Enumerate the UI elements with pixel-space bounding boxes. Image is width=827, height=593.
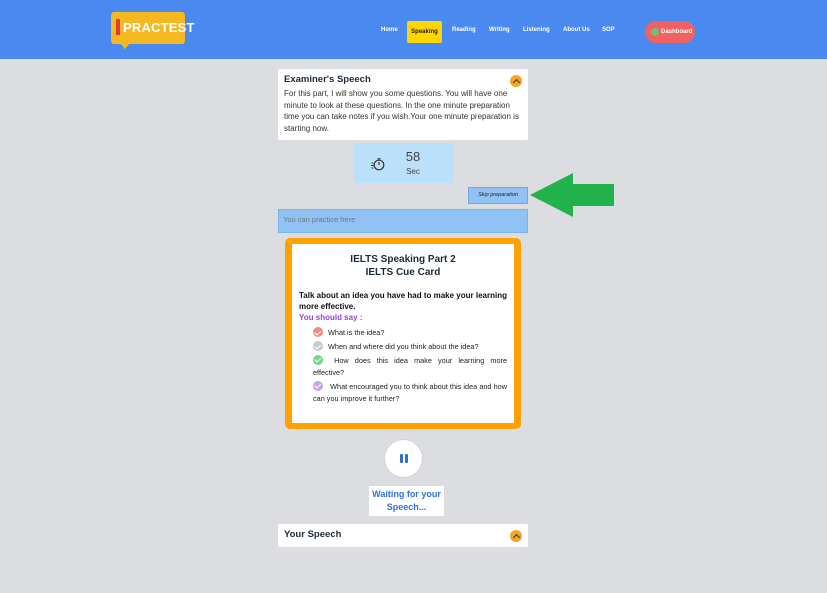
nav-about-us[interactable]: About Us: [563, 27, 590, 33]
cue-card: IELTS Speaking Part 2 IELTS Cue Card Tal…: [285, 238, 521, 429]
examiner-speech-card: Examiner's Speech For this part, I will …: [278, 69, 528, 140]
practice-notes-input[interactable]: [278, 209, 528, 233]
list-item: When and where did you think about the i…: [313, 340, 507, 353]
timer-unit: Sec: [406, 167, 420, 176]
your-speech-card: Your Speech: [278, 524, 528, 547]
point-text: What is the idea?: [328, 328, 385, 337]
logo-text: PRACTEST: [123, 20, 195, 35]
pause-icon-bar: [405, 454, 408, 463]
nav-reading[interactable]: Reading: [452, 27, 476, 33]
check-circle-icon: [313, 340, 323, 351]
examiner-speech-text: For this part, I will show you some ques…: [284, 89, 519, 133]
list-item: What is the idea?: [313, 327, 507, 339]
navbar: PRACTEST Home Speaking Reading Writing L…: [0, 0, 827, 59]
nav-listening[interactable]: Listening: [523, 27, 550, 33]
list-item: What encouraged you to think about this …: [313, 380, 507, 406]
recording-status: Waiting for your Speech...: [369, 486, 444, 516]
logo-mark: [116, 19, 120, 35]
point-text: How does this idea make your learning mo…: [313, 355, 508, 377]
list-item: How does this idea make your learning mo…: [313, 354, 508, 380]
pause-icon: [400, 454, 403, 463]
nav-sop[interactable]: SOP: [602, 27, 615, 33]
skip-preparation-button[interactable]: Skip preparation: [468, 187, 528, 204]
check-circle-icon: [313, 354, 323, 365]
cue-card-subtitle: IELTS Cue Card: [365, 266, 441, 278]
cue-card-task: Talk about an idea you have had to make …: [299, 291, 507, 311]
cue-card-content: IELTS Speaking Part 2 IELTS Cue Card Tal…: [292, 244, 514, 423]
record-pause-button[interactable]: [384, 439, 423, 478]
practest-logo[interactable]: PRACTEST: [111, 12, 194, 49]
pointer-arrow-icon: [530, 173, 614, 217]
examiner-speech-title: Examiner's Speech: [284, 74, 371, 85]
dashboard-button[interactable]: Dashboard: [645, 21, 695, 43]
logo-speech-tail: [119, 42, 131, 49]
dashboard-icon: [651, 28, 659, 36]
nav-writing[interactable]: Writing: [489, 27, 510, 33]
dashboard-label: Dashboard: [661, 29, 693, 35]
nav-home[interactable]: Home: [381, 27, 398, 33]
collapse-toggle-icon[interactable]: [510, 75, 522, 87]
collapse-toggle-icon[interactable]: [510, 530, 522, 542]
your-speech-title: Your Speech: [284, 529, 342, 540]
point-text: What encouraged you to think about this …: [313, 381, 507, 403]
cue-card-title: IELTS Speaking Part 2: [350, 254, 456, 265]
timer-value: 58: [405, 149, 421, 164]
nav-speaking[interactable]: Speaking: [407, 21, 442, 43]
point-text: When and where did you think about the i…: [328, 341, 479, 351]
check-circle-icon: [313, 327, 323, 337]
check-circle-icon: [313, 380, 323, 391]
preparation-timer: 58 Sec: [353, 143, 453, 183]
cue-card-points: What is the idea? When and where did you…: [299, 327, 507, 405]
cue-card-should-say: You should say :: [299, 313, 363, 322]
